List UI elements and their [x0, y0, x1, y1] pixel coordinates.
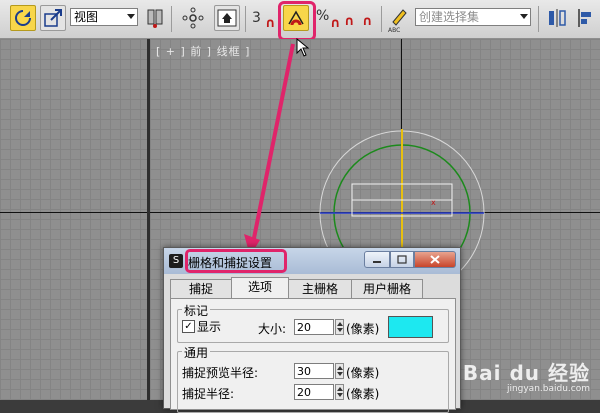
mouse-cursor-icon — [296, 38, 310, 57]
preview-radius-label: 捕捉预览半径: — [182, 366, 259, 380]
general-group: 通用 捕捉预览半径: (像素) 捕捉半径: (像素) — [177, 344, 449, 413]
baidu-watermark: Bai du 经验 jingyan.baidu.com — [463, 357, 590, 394]
maximize-button[interactable] — [390, 251, 414, 268]
title-highlight — [185, 249, 287, 273]
marker-size-spinner[interactable] — [335, 319, 344, 335]
preview-radius-unit: (像素) — [346, 366, 380, 380]
size-label: 大小: — [258, 322, 287, 336]
snap-radius-unit: (像素) — [346, 387, 380, 401]
grid-snap-settings-dialog: S 栅格和捕捉设置 捕捉 选项 主栅格 用户栅格 标记 ✓ 显示 大小: 20 … — [163, 247, 461, 413]
preview-radius-spinner[interactable] — [335, 363, 344, 379]
close-button[interactable] — [414, 251, 456, 268]
general-group-title: 通用 — [182, 344, 211, 361]
watermark-main: Bai du 经验 — [462, 361, 590, 385]
tab-user-grids[interactable]: 用户栅格 — [351, 279, 423, 298]
marker-group: 标记 ✓ 显示 大小: (像素) — [177, 302, 449, 343]
preview-radius-input[interactable] — [294, 363, 334, 379]
tab-options[interactable]: 选项 — [231, 277, 289, 298]
options-panel: 标记 ✓ 显示 大小: (像素) 通用 捕捉预览半径: (像素) 捕捉半径: (… — [170, 298, 456, 413]
maximize-icon — [397, 255, 407, 264]
marker-group-title: 标记 — [182, 302, 211, 319]
snap-radius-spinner[interactable] — [335, 384, 344, 400]
dialog-tabs: 捕捉 选项 主栅格 用户栅格 — [170, 277, 423, 298]
display-checkbox[interactable]: ✓ — [182, 320, 195, 333]
marker-size-unit: (像素) — [346, 322, 380, 336]
minimize-icon — [373, 261, 381, 263]
display-label: 显示 — [197, 320, 222, 334]
window-controls — [364, 251, 456, 268]
dialog-titlebar[interactable]: S 栅格和捕捉设置 — [164, 248, 460, 274]
app-icon: S — [169, 254, 183, 268]
snap-radius-input[interactable] — [294, 384, 334, 400]
marker-size-input[interactable] — [294, 319, 334, 335]
close-icon — [430, 255, 440, 264]
snap-radius-label: 捕捉半径: — [182, 387, 235, 401]
marker-color-swatch[interactable] — [388, 316, 433, 338]
minimize-button[interactable] — [364, 251, 390, 268]
tab-home-grid[interactable]: 主栅格 — [288, 279, 352, 298]
tab-snaps[interactable]: 捕捉 — [170, 279, 232, 298]
